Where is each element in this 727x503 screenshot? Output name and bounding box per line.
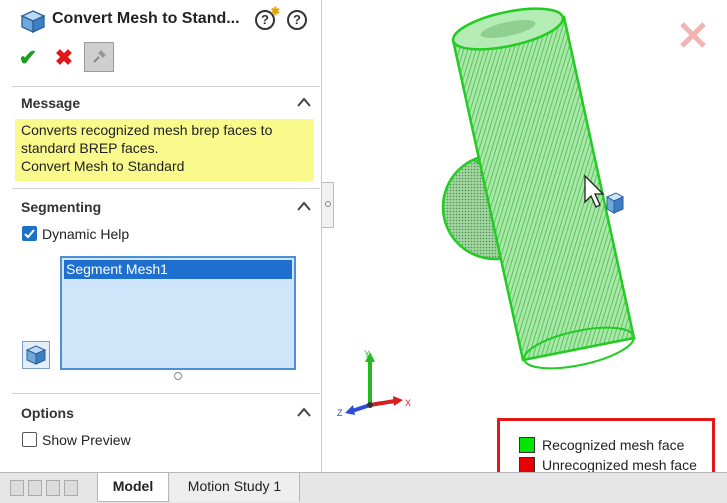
close-icon: ✖	[54, 45, 74, 70]
pin-button[interactable]	[84, 42, 114, 72]
message-line: Convert Mesh to Standard	[21, 158, 185, 174]
tab-motion-study[interactable]: Motion Study 1	[170, 473, 300, 502]
next-tab-icon[interactable]	[46, 480, 60, 496]
legend-label-recognized: Recognized mesh face	[542, 437, 685, 453]
segment-selection-list[interactable]: Segment Mesh1	[60, 256, 296, 370]
chevron-up-icon[interactable]	[296, 96, 312, 108]
previous-tab-icon[interactable]	[28, 480, 42, 496]
dynamic-help-checkbox[interactable]	[22, 226, 37, 241]
message-line: standard BREP faces.	[21, 140, 159, 156]
axis-triad	[345, 352, 403, 415]
show-preview-checkbox[interactable]	[22, 432, 37, 447]
cancel-button[interactable]: ✖	[52, 46, 76, 70]
bottom-tab-bar: Model Motion Study 1	[0, 472, 727, 503]
section-divider	[12, 86, 320, 87]
mesh-body-icon	[25, 345, 47, 365]
property-manager-header: Convert Mesh to Stand... ? ✱ ?	[0, 0, 322, 40]
list-resize-handle[interactable]	[174, 372, 182, 380]
axis-label-x: X	[405, 398, 411, 408]
legend-swatch-unrecognized	[519, 457, 535, 473]
chevron-up-icon[interactable]	[296, 200, 312, 212]
axis-label-z: Z	[337, 408, 343, 418]
page-title: Convert Mesh to Stand...	[52, 10, 240, 27]
pin-icon	[93, 50, 106, 63]
chevron-up-icon[interactable]	[296, 406, 312, 418]
legend-swatch-recognized	[519, 437, 535, 453]
property-manager-panel: Convert Mesh to Stand... ? ✱ ? ✔ ✖ Messag…	[0, 0, 322, 472]
dynamic-help-label[interactable]: Dynamic Help	[42, 226, 129, 242]
mesh-model-view: Y X Z	[337, 7, 706, 418]
help-icon[interactable]: ?	[287, 10, 307, 30]
close-view-icon[interactable]	[680, 22, 706, 48]
check-icon	[24, 229, 35, 239]
axis-label-y: Y	[364, 349, 370, 359]
selection-filter-button[interactable]	[22, 341, 50, 369]
show-preview-label[interactable]: Show Preview	[42, 432, 131, 448]
first-tab-icon[interactable]	[10, 480, 24, 496]
graphics-viewport[interactable]: Y X Z	[323, 0, 727, 472]
legend-label-unrecognized: Unrecognized mesh face	[542, 457, 697, 473]
options-section-title: Options	[21, 405, 74, 421]
list-item[interactable]: Segment Mesh1	[64, 260, 292, 279]
section-divider	[12, 393, 320, 394]
section-divider	[12, 188, 320, 189]
message-section-title: Message	[21, 95, 81, 111]
last-tab-icon[interactable]	[64, 480, 78, 496]
whats-new-icon[interactable]: ? ✱	[255, 6, 280, 30]
message-line: Converts recognized mesh brep faces to	[21, 122, 273, 138]
mesh-cube-icon	[20, 10, 46, 33]
ok-button[interactable]: ✔	[16, 46, 40, 70]
segmenting-section-title: Segmenting	[21, 199, 102, 215]
tab-model[interactable]: Model	[97, 473, 169, 502]
message-box: Converts recognized mesh brep faces to s…	[15, 119, 314, 181]
check-icon: ✔	[18, 45, 38, 70]
